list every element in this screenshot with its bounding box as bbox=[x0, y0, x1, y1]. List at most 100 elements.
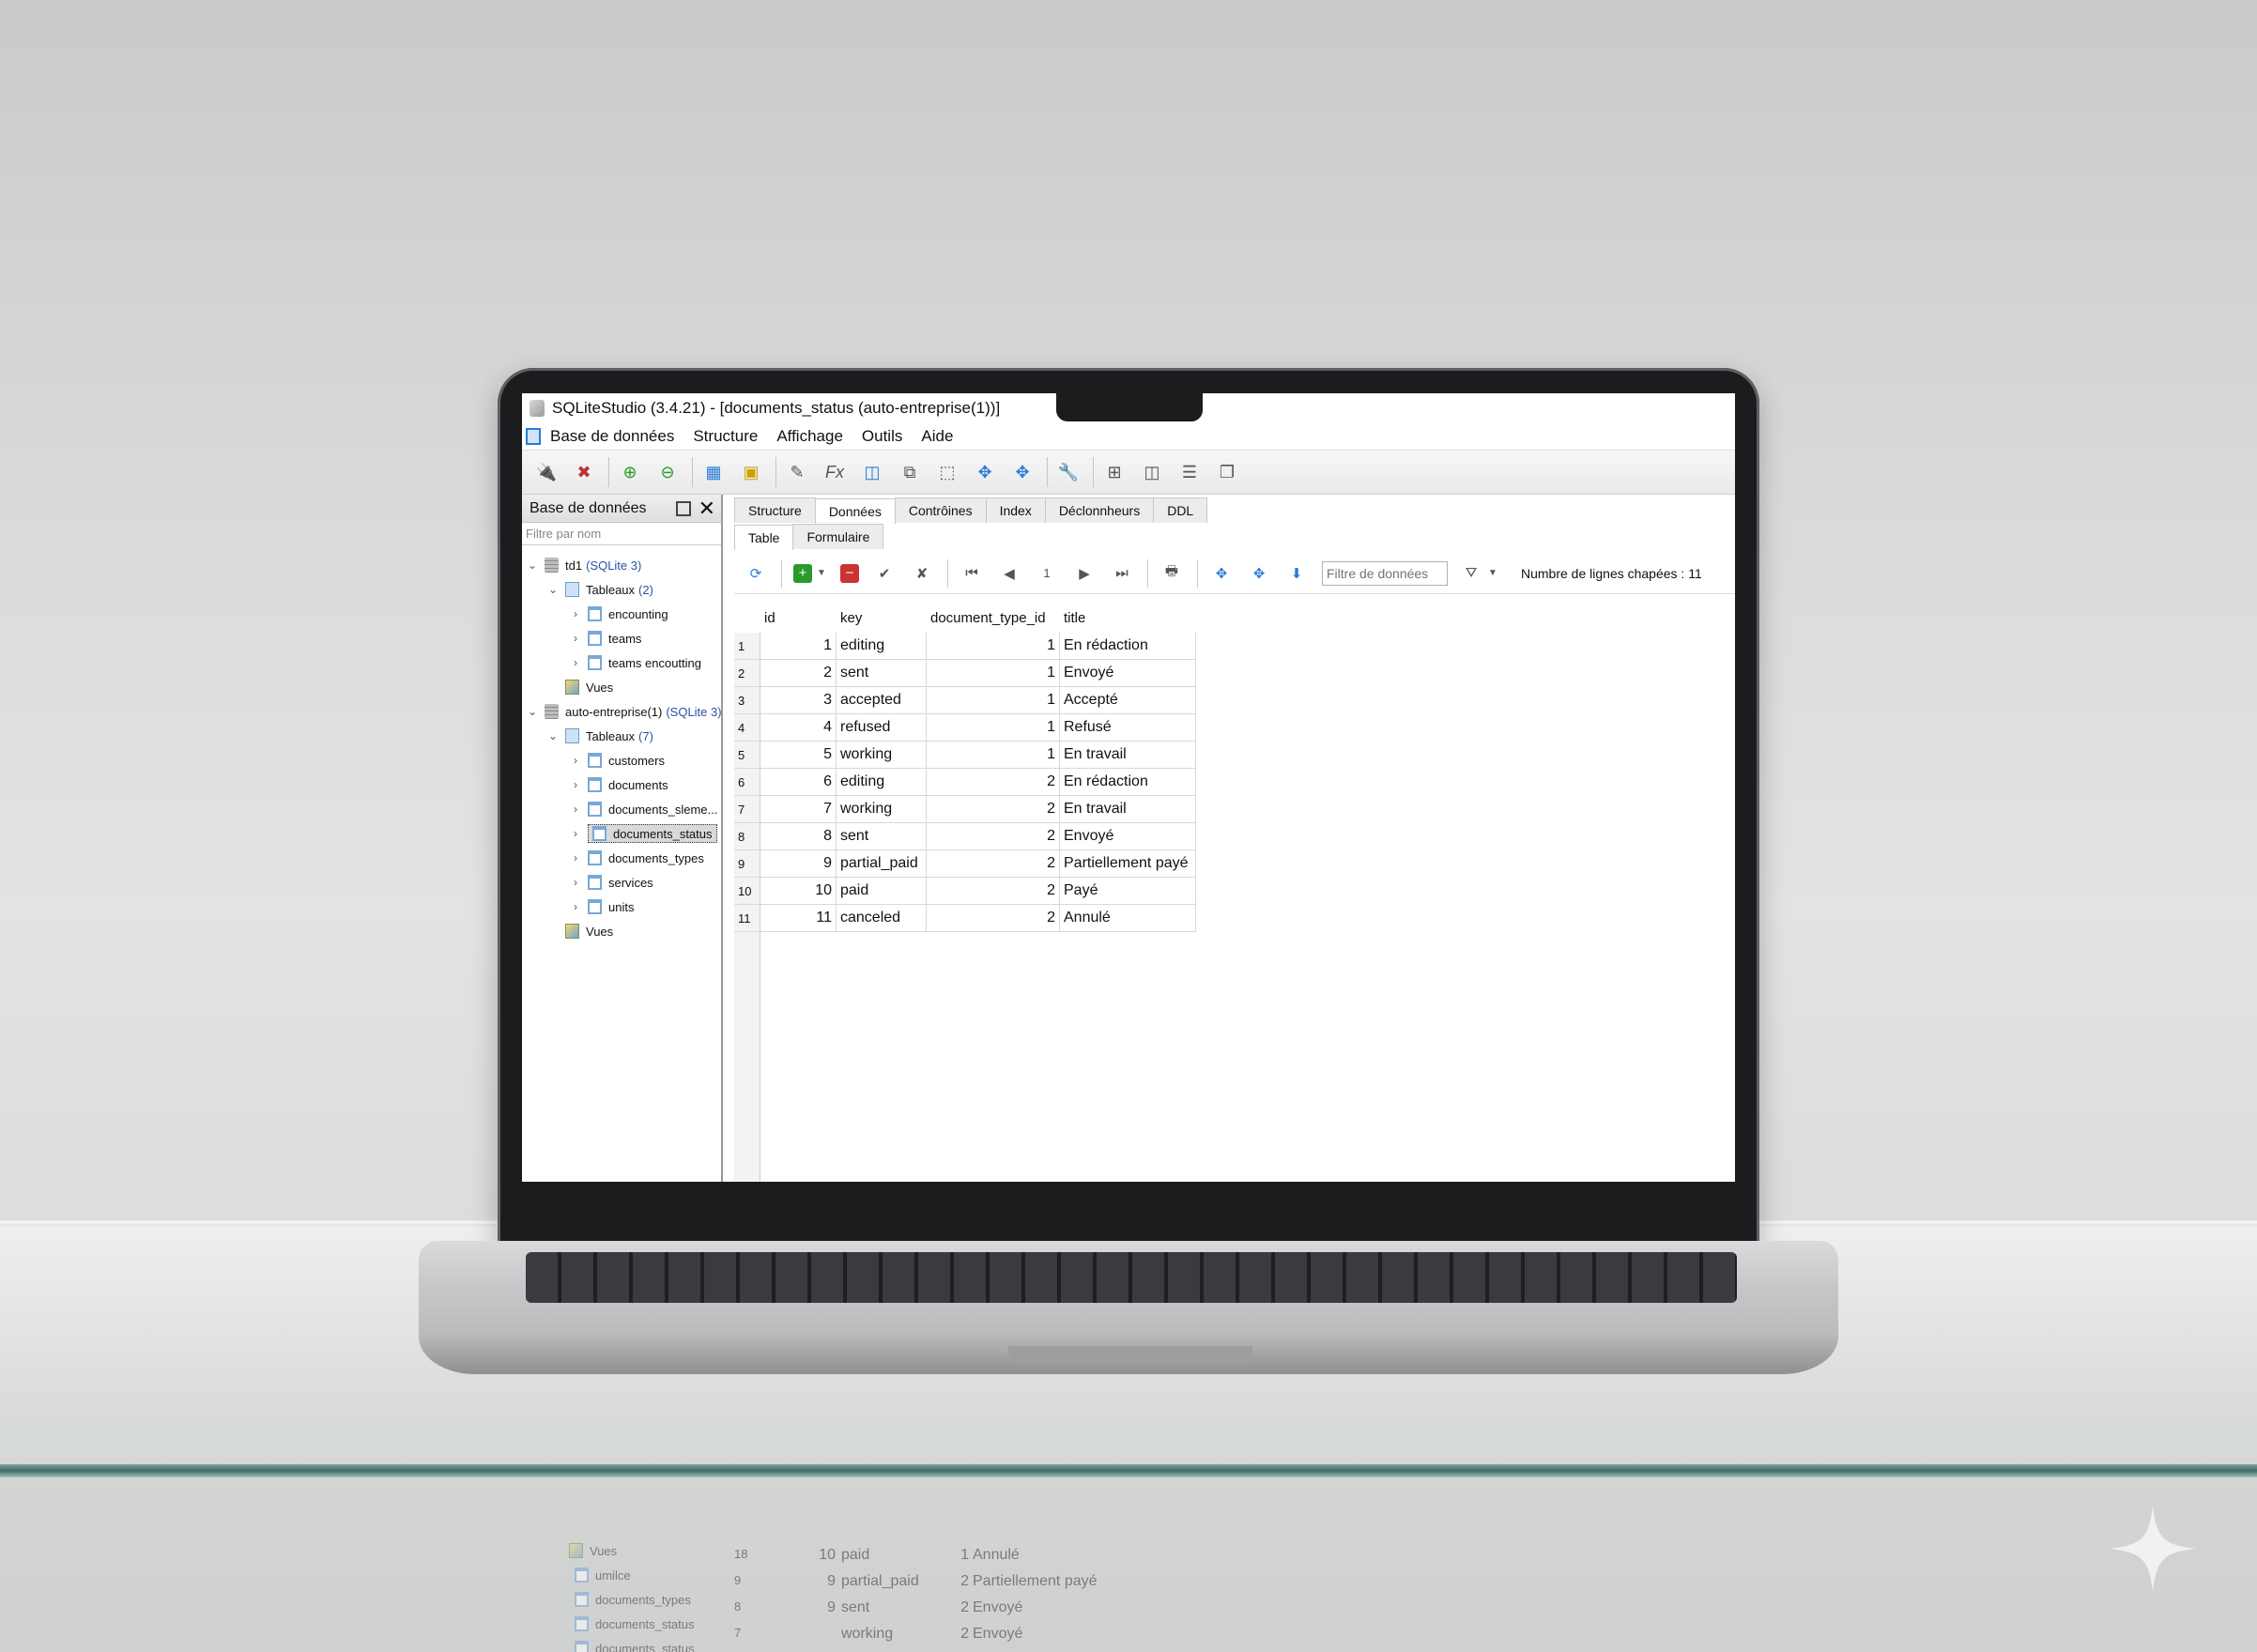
title-cell[interactable]: Payé bbox=[1060, 878, 1196, 905]
key-cell[interactable]: editing bbox=[837, 633, 927, 660]
selected-table-node[interactable]: documents_status bbox=[588, 824, 717, 843]
id-cell[interactable]: 4 bbox=[760, 714, 837, 742]
document-type-id-cell[interactable]: 2 bbox=[927, 905, 1060, 932]
disconnect-icon[interactable]: ✖ bbox=[571, 459, 597, 485]
subtab-formulaire[interactable]: Formulaire bbox=[792, 524, 884, 549]
import-icon[interactable]: ⬇ bbox=[1284, 561, 1309, 586]
column-header-key[interactable]: key bbox=[837, 605, 927, 633]
float-panel-icon[interactable] bbox=[675, 500, 691, 516]
tree-table-item[interactable]: › customers bbox=[569, 749, 665, 772]
refresh-icon[interactable]: ⟳ bbox=[744, 561, 768, 586]
menu-aide[interactable]: Aide bbox=[921, 427, 953, 446]
filter-dropdown-icon[interactable]: ▼ bbox=[1487, 561, 1498, 586]
filter-icon[interactable]: ⛛ bbox=[1459, 561, 1483, 586]
menu-affichage[interactable]: Affichage bbox=[776, 427, 843, 446]
remove-db-icon[interactable]: ⊖ bbox=[654, 459, 681, 485]
document-type-id-cell[interactable]: 1 bbox=[927, 714, 1060, 742]
tab-donnees[interactable]: Données bbox=[814, 498, 896, 524]
table-row[interactable]: 5 5 working 1 En travail bbox=[734, 742, 1196, 769]
add-db-icon[interactable]: ⊕ bbox=[617, 459, 643, 485]
table-row[interactable]: 4 4 refused 1 Refusé bbox=[734, 714, 1196, 742]
id-cell[interactable]: 1 bbox=[760, 633, 837, 660]
split-icon[interactable]: ◫ bbox=[1139, 459, 1165, 485]
document-type-id-cell[interactable]: 2 bbox=[927, 878, 1060, 905]
connect-icon[interactable]: 🔌 bbox=[533, 459, 560, 485]
tab-structure[interactable]: Structure bbox=[734, 497, 816, 523]
tree-db-td1[interactable]: ⌄ td1 (SQLite 3) bbox=[526, 554, 641, 576]
tree-db-auto-entreprise[interactable]: ⌄ auto-entreprise(1) (SQLite 3) bbox=[526, 700, 722, 723]
extension-icon[interactable]: ⧉ bbox=[897, 459, 923, 485]
title-cell[interactable]: En rédaction bbox=[1060, 633, 1196, 660]
chevron-down-icon[interactable]: ⌄ bbox=[526, 705, 539, 718]
table-row[interactable]: 2 2 sent 1 Envoyé bbox=[734, 660, 1196, 687]
title-cell[interactable]: En travail bbox=[1060, 796, 1196, 823]
function-icon[interactable]: Fx bbox=[821, 459, 848, 485]
title-cell[interactable]: En rédaction bbox=[1060, 769, 1196, 796]
new-view-icon[interactable]: ▣ bbox=[738, 459, 764, 485]
table-row[interactable]: 9 9 partial_paid 2 Partiellement payé bbox=[734, 850, 1196, 878]
chevron-right-icon[interactable]: › bbox=[569, 632, 582, 645]
key-cell[interactable]: working bbox=[837, 796, 927, 823]
tree-tables-auto-entreprise[interactable]: ⌄ Tableaux (7) bbox=[546, 725, 653, 747]
document-type-id-cell[interactable]: 2 bbox=[927, 850, 1060, 878]
document-type-id-cell[interactable]: 1 bbox=[927, 742, 1060, 769]
key-cell[interactable]: sent bbox=[837, 660, 927, 687]
next-page-icon[interactable]: ▶ bbox=[1072, 561, 1097, 586]
tab-index[interactable]: Index bbox=[985, 497, 1046, 523]
document-type-id-cell[interactable]: 1 bbox=[927, 660, 1060, 687]
id-cell[interactable]: 11 bbox=[760, 905, 837, 932]
tree-filter-input[interactable]: Filtre par nom bbox=[522, 523, 721, 545]
title-cell[interactable]: En travail bbox=[1060, 742, 1196, 769]
id-cell[interactable]: 9 bbox=[760, 850, 837, 878]
title-cell[interactable]: Accepté bbox=[1060, 687, 1196, 714]
tree-tables-td1[interactable]: ⌄ Tableaux (2) bbox=[546, 578, 653, 601]
document-type-id-cell[interactable]: 2 bbox=[927, 769, 1060, 796]
column-header-title[interactable]: title bbox=[1060, 605, 1196, 633]
table-row[interactable]: 8 8 sent 2 Envoyé bbox=[734, 823, 1196, 850]
collapse-icon[interactable]: ✥ bbox=[1247, 561, 1271, 586]
id-cell[interactable]: 10 bbox=[760, 878, 837, 905]
package-icon[interactable]: ⬚ bbox=[934, 459, 960, 485]
edit-icon[interactable]: ✎ bbox=[784, 459, 810, 485]
tree-table-item[interactable]: › units bbox=[569, 895, 634, 918]
chevron-right-icon[interactable]: › bbox=[569, 827, 582, 840]
close-panel-icon[interactable]: ✕ bbox=[699, 497, 715, 519]
tab-declencheurs[interactable]: Déclonnheurs bbox=[1044, 497, 1155, 523]
title-cell[interactable]: Partiellement payé bbox=[1060, 850, 1196, 878]
chevron-right-icon[interactable]: › bbox=[569, 754, 582, 767]
key-cell[interactable]: partial_paid bbox=[837, 850, 927, 878]
chevron-right-icon[interactable]: › bbox=[569, 851, 582, 864]
grid-icon[interactable]: ⊞ bbox=[1101, 459, 1128, 485]
column-header-document-type-id[interactable]: document_type_id bbox=[927, 605, 1060, 633]
prev-page-icon[interactable]: ◀ bbox=[997, 561, 1021, 586]
chevron-right-icon[interactable]: › bbox=[569, 900, 582, 913]
column-header-id[interactable]: id bbox=[760, 605, 837, 633]
cascade-icon[interactable]: ✥ bbox=[1009, 459, 1036, 485]
rows-icon[interactable]: ☰ bbox=[1176, 459, 1203, 485]
tree-table-item[interactable]: › documents bbox=[569, 773, 668, 796]
id-cell[interactable]: 5 bbox=[760, 742, 837, 769]
data-filter-input[interactable] bbox=[1322, 560, 1448, 586]
key-cell[interactable]: canceled bbox=[837, 905, 927, 932]
table-row[interactable]: 10 10 paid 2 Payé bbox=[734, 878, 1196, 905]
id-cell[interactable]: 7 bbox=[760, 796, 837, 823]
table-row[interactable]: 6 6 editing 2 En rédaction bbox=[734, 769, 1196, 796]
key-cell[interactable]: working bbox=[837, 742, 927, 769]
wrench-icon[interactable]: 🔧 bbox=[1055, 459, 1082, 485]
menu-base-de-donnees[interactable]: Base de données bbox=[550, 427, 674, 446]
window-menu-icon[interactable] bbox=[526, 428, 541, 445]
chevron-down-icon[interactable]: ⌄ bbox=[546, 729, 560, 742]
document-type-id-cell[interactable]: 2 bbox=[927, 823, 1060, 850]
table-row[interactable]: 7 7 working 2 En travail bbox=[734, 796, 1196, 823]
table-row[interactable]: 11 11 canceled 2 Annulé bbox=[734, 905, 1196, 932]
print-icon[interactable]: 🖶 bbox=[1159, 561, 1184, 586]
chevron-right-icon[interactable]: › bbox=[569, 876, 582, 889]
commit-icon[interactable]: ✔ bbox=[872, 561, 897, 586]
tab-contraintes[interactable]: Contrôines bbox=[894, 497, 987, 523]
menu-structure[interactable]: Structure bbox=[693, 427, 758, 446]
id-cell[interactable]: 2 bbox=[760, 660, 837, 687]
rollback-icon[interactable]: ✘ bbox=[910, 561, 934, 586]
chevron-right-icon[interactable]: › bbox=[569, 778, 582, 791]
tree-table-item[interactable]: › services bbox=[569, 871, 653, 894]
window-icon[interactable]: ❐ bbox=[1214, 459, 1240, 485]
